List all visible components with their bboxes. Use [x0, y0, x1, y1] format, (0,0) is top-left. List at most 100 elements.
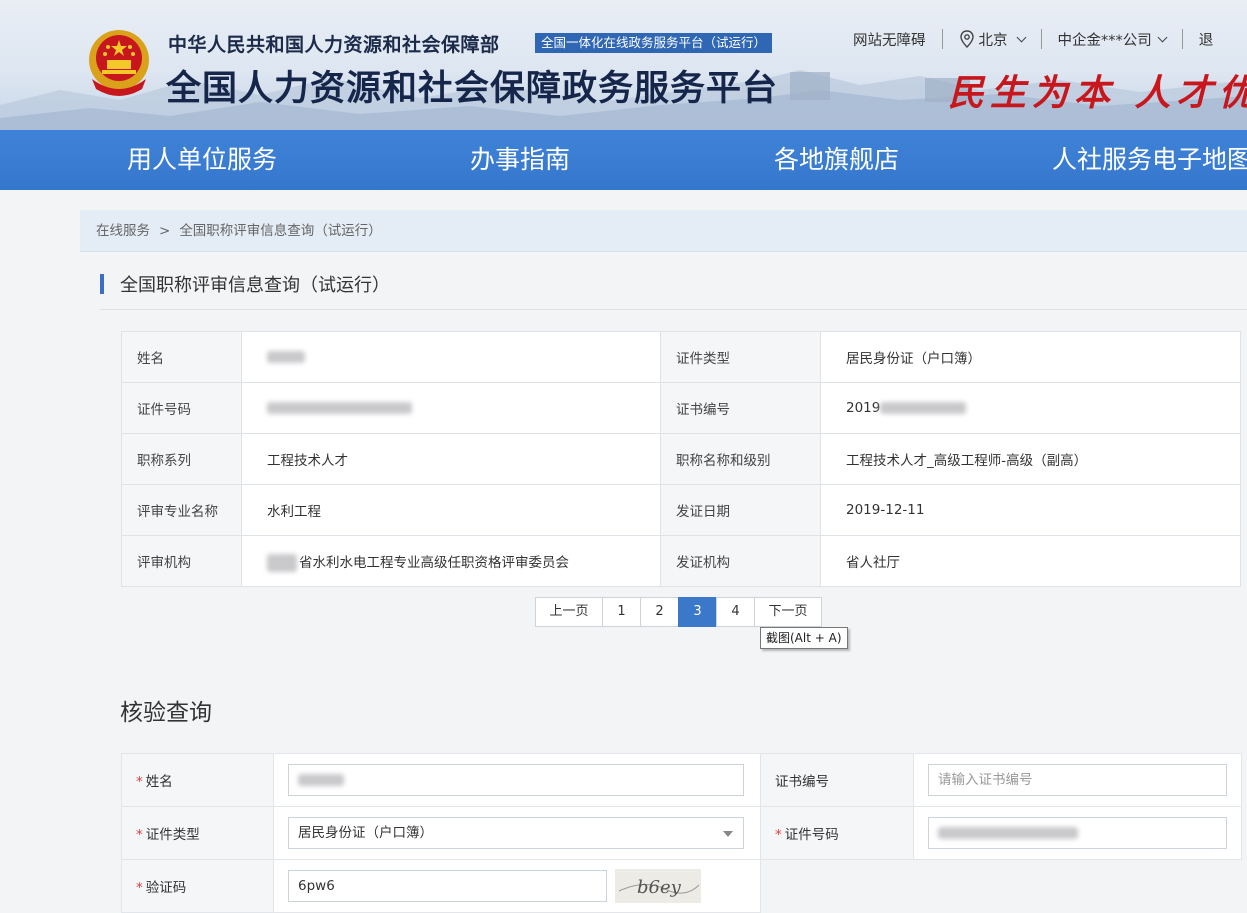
- verify-section-title: 核验查询: [120, 700, 212, 726]
- table-row: 职称系列 工程技术人才 职称名称和级别 工程技术人才_高级工程师-高级（副高）: [121, 433, 1241, 485]
- divider: [1181, 29, 1183, 49]
- id-no-input[interactable]: [928, 817, 1227, 849]
- captcha-image[interactable]: b6ey: [615, 869, 701, 903]
- cert-no-prefix: 2019: [846, 400, 881, 416]
- id-type-selected: 居民身份证（户口簿）: [298, 825, 433, 841]
- ministry-name: 中华人民共和国人力资源和社会保障部: [168, 34, 500, 56]
- title-level-value: 工程技术人才_高级工程师-高级（副高）: [820, 433, 1241, 485]
- verify-cert-no-label: 证书编号: [760, 753, 914, 807]
- verify-name-cell: [273, 753, 761, 807]
- breadcrumb-separator: >: [159, 223, 171, 239]
- company-menu[interactable]: 中企金***公司: [1057, 29, 1168, 50]
- verify-cert-no-cell: 请输入证书编号: [913, 753, 1242, 807]
- slogan: 民生为本 人才优: [948, 72, 1247, 114]
- next-page-button[interactable]: 下一页: [754, 597, 822, 627]
- name-input[interactable]: [288, 764, 744, 796]
- cert-no-input[interactable]: 请输入证书编号: [928, 764, 1227, 796]
- major-label: 评审专业名称: [121, 484, 242, 536]
- major-value: 水利工程: [241, 484, 661, 536]
- form-row: * 证件类型 居民身份证（户口簿） * 证件号码: [121, 806, 1242, 860]
- dropdown-arrow-icon: [723, 831, 733, 837]
- logout-link[interactable]: 退: [1199, 29, 1214, 50]
- verify-id-type-label: * 证件类型: [121, 806, 274, 860]
- main-nav: 用人单位服务 办事指南 各地旗舰店 人社服务电子地图: [0, 130, 1247, 190]
- org-text: 省水利水电工程专业高级任职资格评审委员会: [299, 554, 569, 571]
- issuer-value: 省人社厅: [820, 535, 1241, 587]
- nav-service-guide[interactable]: 办事指南: [470, 130, 570, 190]
- divider: [1040, 29, 1042, 49]
- org-value: 省水利水电工程专业高级任职资格评审委员会: [241, 535, 661, 587]
- platform-tag: 全国一体化在线政务服务平台（试运行）: [535, 33, 773, 53]
- required-mark: *: [775, 827, 782, 843]
- redacted-name: [298, 774, 344, 786]
- captcha-input[interactable]: 6pw6: [288, 870, 607, 902]
- cert-no-value: 2019: [820, 382, 1241, 434]
- required-mark: *: [136, 827, 143, 843]
- issuer-label: 发证机构: [660, 535, 821, 587]
- breadcrumb-current: 全国职称评审信息查询（试运行）: [179, 223, 382, 239]
- redacted-name: [267, 351, 305, 363]
- breadcrumb: 在线服务 > 全国职称评审信息查询（试运行）: [80, 210, 1247, 252]
- national-emblem-logo: [89, 30, 149, 96]
- cert-no-label: 证书编号: [660, 382, 821, 434]
- empty-cell: [761, 860, 1242, 913]
- form-row: * 验证码 6pw6 b6ey: [121, 859, 1242, 913]
- name-value: [241, 331, 661, 383]
- title-level-label: 职称名称和级别: [660, 433, 821, 485]
- verify-id-no-cell: [913, 806, 1242, 860]
- id-type-label: 证件类型: [660, 331, 821, 383]
- location-label: 北京: [978, 32, 1008, 49]
- table-row: 姓名 证件类型 居民身份证（户口簿）: [121, 331, 1241, 383]
- verify-id-no-label: * 证件号码: [760, 806, 914, 860]
- company-label: 中企金***公司: [1057, 32, 1152, 49]
- page-3-button[interactable]: 3: [678, 597, 717, 627]
- series-value: 工程技术人才: [241, 433, 661, 485]
- issue-date-label: 发证日期: [660, 484, 821, 536]
- id-no-label: 证件号码: [121, 382, 242, 434]
- redacted-province: [267, 553, 297, 572]
- divider: [941, 29, 943, 49]
- chevron-down-icon: [1016, 32, 1026, 42]
- redacted-id-number: [267, 402, 412, 414]
- verify-captcha-cell: 6pw6 b6ey: [273, 859, 761, 913]
- location-pin-icon: [959, 30, 974, 48]
- section-header: 全国职称评审信息查询（试运行）: [100, 268, 1247, 310]
- issue-date-value: 2019-12-11: [820, 484, 1241, 536]
- accessibility-link[interactable]: 网站无障碍: [853, 29, 926, 50]
- nav-regional-stores[interactable]: 各地旗舰店: [774, 130, 899, 190]
- captcha-text: b6ey: [637, 877, 682, 898]
- required-mark: *: [136, 774, 143, 790]
- prev-page-button[interactable]: 上一页: [535, 597, 603, 627]
- redacted-cert-number: [880, 402, 967, 414]
- required-mark: *: [136, 880, 143, 896]
- table-row: 评审专业名称 水利工程 发证日期 2019-12-11: [121, 484, 1241, 536]
- page-title: 全国职称评审信息查询（试运行）: [120, 275, 390, 296]
- location-selector[interactable]: 北京: [959, 29, 1026, 50]
- nav-employer-services[interactable]: 用人单位服务: [127, 130, 277, 190]
- verify-name-label-text: 姓名: [145, 774, 173, 790]
- pagination: 上一页 1 2 3 4 下一页: [535, 597, 822, 627]
- page-2-button[interactable]: 2: [640, 597, 679, 627]
- breadcrumb-home[interactable]: 在线服务: [96, 223, 150, 239]
- table-row: 评审机构 省水利水电工程专业高级任职资格评审委员会 发证机构 省人社厅: [121, 535, 1241, 587]
- id-type-value: 居民身份证（户口簿）: [820, 331, 1241, 383]
- verify-captcha-label: * 验证码: [121, 859, 274, 913]
- verify-id-no-label-text: 证件号码: [784, 827, 839, 843]
- verify-id-type-cell: 居民身份证（户口簿）: [273, 806, 761, 860]
- chevron-down-icon: [1157, 32, 1168, 42]
- nav-service-map[interactable]: 人社服务电子地图: [1052, 130, 1247, 190]
- section-accent-bar: [100, 274, 104, 294]
- org-label: 评审机构: [121, 535, 242, 587]
- id-type-select[interactable]: 居民身份证（户口簿）: [288, 817, 744, 849]
- site-header: 中华人民共和国人力资源和社会保障部 全国一体化在线政务服务平台（试运行） 全国人…: [0, 0, 1247, 130]
- page-1-button[interactable]: 1: [602, 597, 641, 627]
- verify-captcha-label-text: 验证码: [145, 880, 187, 896]
- verify-form: * 姓名 证书编号 请输入证书编号 * 证件类型 居民身份证（户口簿） * 证件号码 …: [121, 753, 1242, 913]
- id-no-value: [241, 382, 661, 434]
- table-row: 证件号码 证书编号 2019: [121, 382, 1241, 434]
- series-label: 职称系列: [121, 433, 242, 485]
- verify-id-type-label-text: 证件类型: [145, 827, 200, 843]
- page-4-button[interactable]: 4: [716, 597, 755, 627]
- top-links: 网站无障碍 北京 中企金***公司 退: [853, 28, 1213, 50]
- redacted-id-number: [938, 827, 1078, 839]
